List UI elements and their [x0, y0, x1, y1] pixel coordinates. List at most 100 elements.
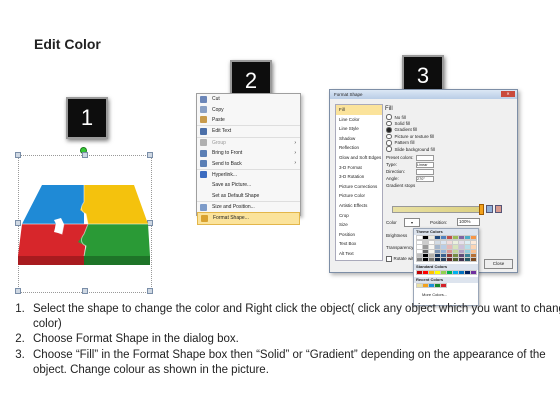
dialog-nav-item[interactable]: 3-D Format: [336, 163, 382, 173]
color-swatch[interactable]: [428, 269, 435, 276]
menu-item-size-and-position[interactable]: Size and Position...: [197, 200, 300, 212]
color-swatch[interactable]: [470, 269, 477, 276]
color-swatch[interactable]: [434, 234, 441, 241]
color-swatch[interactable]: [458, 240, 465, 246]
dialog-nav-item[interactable]: Reflection: [336, 143, 382, 153]
color-swatch[interactable]: [470, 244, 477, 250]
color-swatch[interactable]: [446, 240, 453, 246]
color-swatch[interactable]: [440, 282, 447, 289]
color-swatch[interactable]: [458, 244, 465, 250]
color-swatch[interactable]: [464, 256, 471, 263]
color-swatch[interactable]: [428, 248, 435, 254]
color-swatch[interactable]: [446, 248, 453, 254]
color-swatch[interactable]: [434, 269, 441, 276]
dialog-nav-item[interactable]: Shadow: [336, 134, 382, 144]
color-swatch[interactable]: [464, 269, 471, 276]
menu-item-hyperlink[interactable]: Hyperlink...: [197, 168, 300, 180]
property-value[interactable]: [416, 154, 434, 161]
property-value[interactable]: 270°: [416, 175, 434, 182]
color-swatch[interactable]: [440, 256, 447, 263]
color-swatch[interactable]: [464, 234, 471, 241]
position-input[interactable]: 100%: [457, 218, 480, 226]
color-swatch[interactable]: [422, 248, 429, 254]
color-swatch[interactable]: [416, 269, 423, 276]
color-swatch[interactable]: [422, 234, 429, 241]
color-swatch[interactable]: [464, 252, 471, 259]
resize-handle-tc[interactable]: [82, 152, 88, 158]
resize-handle-br[interactable]: [147, 288, 153, 294]
color-swatch[interactable]: [458, 248, 465, 254]
color-swatch[interactable]: [416, 244, 423, 250]
dialog-nav-item[interactable]: Artistic Effects: [336, 201, 382, 211]
color-swatch[interactable]: [428, 240, 435, 246]
dialog-nav-item[interactable]: Line Style: [336, 124, 382, 134]
color-swatch[interactable]: [464, 240, 471, 246]
color-swatch[interactable]: [452, 269, 459, 276]
menu-item-set-as-default-shape[interactable]: Set as Default Shape: [197, 191, 300, 201]
color-swatch[interactable]: [434, 244, 441, 250]
color-swatch[interactable]: [452, 252, 459, 259]
color-swatch[interactable]: [422, 269, 429, 276]
color-swatch[interactable]: [446, 252, 453, 259]
color-swatch[interactable]: [428, 234, 435, 241]
close-icon[interactable]: ✕: [501, 91, 515, 97]
color-swatch[interactable]: [416, 248, 423, 254]
add-stop-icon[interactable]: [486, 205, 493, 213]
menu-item-cut[interactable]: Cut: [197, 94, 300, 104]
color-swatch[interactable]: [458, 252, 465, 259]
color-swatch[interactable]: [434, 282, 441, 289]
color-swatch[interactable]: [470, 240, 477, 246]
color-swatch[interactable]: [422, 256, 429, 263]
remove-stop-icon[interactable]: [495, 205, 502, 213]
color-swatch[interactable]: [434, 240, 441, 246]
property-value[interactable]: Linear: [416, 161, 434, 168]
color-swatch[interactable]: [434, 248, 441, 254]
color-swatch[interactable]: [416, 240, 423, 246]
menu-item-format-shape[interactable]: Format Shape...: [197, 212, 300, 225]
dialog-nav-item[interactable]: Fill: [336, 105, 382, 115]
color-swatch[interactable]: [464, 248, 471, 254]
dialog-nav-item[interactable]: 3-D Rotation: [336, 172, 382, 182]
menu-item-copy[interactable]: Copy: [197, 104, 300, 114]
dialog-nav-item[interactable]: Alt Text: [336, 249, 382, 259]
dialog-nav-item[interactable]: Text Box: [336, 239, 382, 249]
dialog-nav-item[interactable]: Size: [336, 220, 382, 230]
color-swatch[interactable]: [422, 244, 429, 250]
color-swatch[interactable]: [434, 256, 441, 263]
resize-handle-bc[interactable]: [82, 288, 88, 294]
menu-item-bring-to-front[interactable]: Bring to Front ›: [197, 148, 300, 158]
resize-handle-tr[interactable]: [147, 152, 153, 158]
color-picker-button[interactable]: ▾: [404, 218, 420, 227]
color-swatch[interactable]: [458, 256, 465, 263]
color-swatch[interactable]: [440, 244, 447, 250]
color-swatch[interactable]: [440, 234, 447, 241]
menu-item-group[interactable]: Group ›: [197, 136, 300, 148]
color-swatch[interactable]: [470, 248, 477, 254]
dialog-nav-item[interactable]: Picture Corrections: [336, 182, 382, 192]
color-swatch[interactable]: [416, 234, 423, 241]
color-swatch[interactable]: [452, 248, 459, 254]
color-swatch[interactable]: [452, 256, 459, 263]
color-swatch[interactable]: [446, 256, 453, 263]
dialog-nav-item[interactable]: Crop: [336, 211, 382, 221]
resize-handle-tl[interactable]: [15, 152, 21, 158]
color-swatch[interactable]: [440, 248, 447, 254]
resize-handle-bl[interactable]: [15, 288, 21, 294]
dialog-nav-item[interactable]: Position: [336, 230, 382, 240]
color-swatch[interactable]: [416, 256, 423, 263]
color-swatch[interactable]: [416, 282, 423, 289]
color-swatch[interactable]: [428, 282, 435, 289]
more-colors-link[interactable]: More Colors...: [422, 292, 447, 297]
color-swatch[interactable]: [416, 252, 423, 259]
dialog-nav-item[interactable]: Glow and Soft Edges: [336, 153, 382, 163]
color-swatch[interactable]: [440, 269, 447, 276]
color-swatch[interactable]: [464, 244, 471, 250]
close-button[interactable]: Close: [484, 259, 513, 269]
menu-item-edit-text[interactable]: Edit Text: [197, 125, 300, 136]
color-swatch[interactable]: [422, 240, 429, 246]
color-swatch[interactable]: [446, 234, 453, 241]
dialog-nav-item[interactable]: Line Color: [336, 115, 382, 125]
gradient-stop-handle[interactable]: [479, 204, 484, 215]
color-swatch[interactable]: [458, 269, 465, 276]
color-swatch[interactable]: [458, 234, 465, 241]
